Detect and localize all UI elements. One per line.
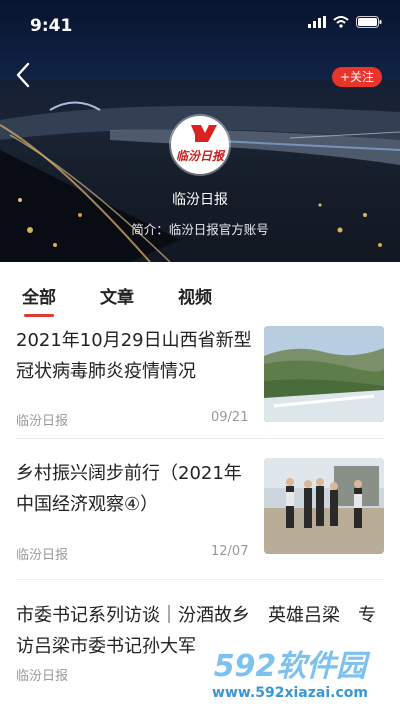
account-avatar[interactable]: 临汾日报 — [171, 116, 229, 174]
tab-articles[interactable]: 文章 — [100, 283, 134, 308]
back-arrow-icon[interactable] — [12, 60, 34, 90]
signal-icon — [308, 16, 326, 28]
battery-icon — [356, 16, 382, 28]
account-intro: 简介：临汾日报官方账号 — [131, 222, 269, 237]
article-item[interactable]: 2021年10月29日山西省新型冠状病毒肺炎疫情情况 临汾日报 09/21 — [16, 318, 384, 439]
article-source: 临汾日报 — [16, 669, 69, 684]
wifi-icon — [333, 16, 349, 28]
article-item[interactable]: 乡村振兴阔步前行（2021年中国经济观察④） 临汾日报 12/07 — [16, 439, 384, 580]
watermark-url: www.592xiazai.com — [212, 685, 368, 701]
logo-text: 临汾日报 — [175, 149, 224, 163]
tab-all[interactable]: 全部 — [22, 283, 56, 317]
article-thumbnail — [264, 458, 384, 554]
article-thumbnail — [264, 326, 384, 422]
status-bar: 9:41 — [0, 0, 400, 52]
article-date: 09/21 — [211, 410, 249, 425]
article-title: 乡村振兴阔步前行（2021年中国经济观察④） — [16, 463, 242, 515]
linfen-daily-logo-icon — [191, 125, 217, 142]
content-tabs: 全部 文章 视频 — [22, 283, 256, 317]
watermark-brand: 592软件园 — [213, 649, 367, 684]
tab-videos[interactable]: 视频 — [178, 283, 212, 308]
article-title: 2021年10月29日山西省新型冠状病毒肺炎疫情情况 — [16, 330, 252, 382]
follow-button[interactable]: +关注 — [331, 67, 382, 87]
account-name: 临汾日报 — [172, 192, 228, 208]
status-time: 9:41 — [30, 16, 73, 36]
article-date: 12/07 — [211, 544, 249, 559]
article-source: 临汾日报 — [16, 548, 69, 563]
site-watermark: 592软件园 www.592xiazai.com — [180, 637, 400, 711]
article-source: 临汾日报 — [16, 414, 69, 429]
profile-header: 9:41 +关注 临汾日报 临汾日报 简介：临汾日报官方账号 — [0, 0, 400, 262]
